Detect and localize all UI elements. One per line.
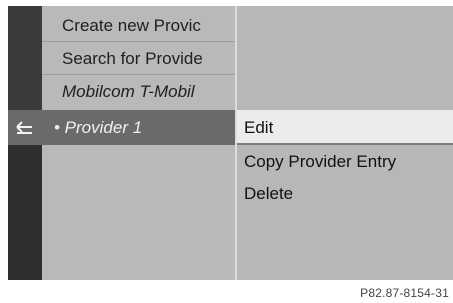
- options-menu: Edit Copy Provider Entry Delete: [237, 6, 453, 280]
- list-item-create-provider[interactable]: Create new Provic: [42, 10, 235, 42]
- list-item-mobilcom[interactable]: Mobilcom T-Mobil: [42, 76, 235, 108]
- display-screen: Create new Provic Search for Provide Mob…: [8, 6, 453, 280]
- list-item-provider-1[interactable]: • Provider 1: [54, 110, 142, 145]
- list-item-search-provider[interactable]: Search for Provide: [42, 43, 235, 75]
- menu-item-edit[interactable]: Edit: [237, 110, 453, 145]
- left-strip-lower: [8, 145, 42, 280]
- figure-caption: P82.87-8154-31: [360, 286, 449, 300]
- back-arrow-icon[interactable]: [14, 118, 36, 138]
- menu-item-copy-provider-entry[interactable]: Copy Provider Entry: [237, 146, 453, 178]
- menu-item-delete[interactable]: Delete: [237, 178, 453, 210]
